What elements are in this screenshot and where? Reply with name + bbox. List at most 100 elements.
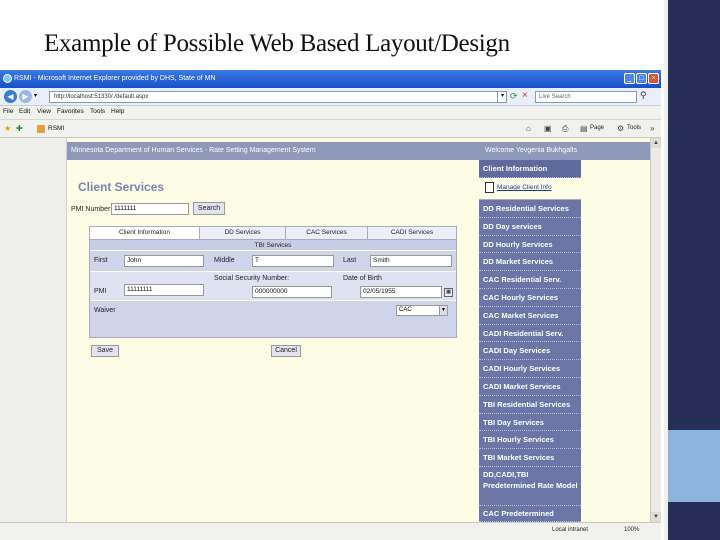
zoom-level[interactable]: 100%: [624, 527, 639, 533]
nav-dropdown-icon[interactable]: ▾: [34, 92, 37, 99]
ie-logo-icon: [3, 74, 12, 83]
menu-favorites[interactable]: Favorites: [57, 108, 84, 115]
tab-cac-services[interactable]: CAC Services: [286, 227, 368, 239]
first-name-input[interactable]: John: [124, 255, 204, 267]
pmi-label: PMI: [94, 288, 107, 295]
print-icon[interactable]: ⎙: [562, 124, 568, 134]
scroll-up-icon[interactable]: ▲: [651, 138, 661, 148]
tools-menu-label[interactable]: Tools: [627, 125, 641, 131]
ssn-label: Social Security Number:: [214, 275, 290, 282]
cancel-button[interactable]: Cancel: [271, 345, 301, 357]
services-menu: Client Information Manage Client Info DD…: [479, 160, 581, 522]
url-input[interactable]: http://localhost:51330/ /default.aspx: [49, 91, 507, 103]
last-name-input[interactable]: Smith: [370, 255, 452, 267]
maximize-icon[interactable]: □: [636, 73, 647, 84]
middle-name-input[interactable]: T: [252, 255, 334, 267]
app-container: Minnesota Department of Human Services -…: [67, 142, 650, 522]
document-icon: [485, 182, 494, 193]
forward-arrow-icon[interactable]: ▶: [19, 90, 32, 103]
menu-item-cadi-hourly-services[interactable]: CADI Hourly Services: [479, 360, 581, 378]
menu-item-cadi-day-services[interactable]: CADI Day Services: [479, 342, 581, 361]
feeds-icon[interactable]: ▣: [544, 124, 552, 133]
favorites-star-icon[interactable]: ★: [4, 124, 11, 133]
chevron-down-icon: ▼: [439, 306, 447, 315]
page-favicon-icon: [37, 125, 45, 133]
page-icon[interactable]: ▤: [580, 124, 588, 133]
minimize-icon[interactable]: _: [624, 73, 635, 84]
app-header-title: Minnesota Department of Human Services -…: [71, 147, 316, 154]
menu-bar: File Edit View Favorites Tools Help: [0, 106, 661, 120]
search-input[interactable]: Live Search: [535, 91, 637, 103]
security-zone-text: Local intranet: [552, 527, 589, 533]
tab-client-information[interactable]: Client Information: [90, 227, 200, 239]
menu-predetermined-rate-model[interactable]: DD,CADI,TBI Predetermined Rate Model: [479, 468, 581, 506]
tools-gear-icon[interactable]: ⚙: [617, 124, 624, 133]
tab-tbi-services[interactable]: TBI Services: [90, 239, 456, 250]
ssn-input[interactable]: 000000000: [252, 286, 332, 298]
dob-label: Date of Birth: [343, 275, 382, 282]
menu-view[interactable]: View: [37, 108, 51, 115]
menu-item-cadi-residential-serv[interactable]: CADI Residential Serv.: [479, 325, 581, 343]
slide: Example of Possible Web Based Layout/Des…: [0, 0, 720, 540]
menu-file[interactable]: File: [3, 108, 13, 115]
menu-item-cac-hourly-services[interactable]: CAC Hourly Services: [479, 289, 581, 307]
waiver-label: Waiver: [94, 307, 116, 314]
stop-icon[interactable]: ×: [522, 90, 528, 101]
last-name-label: Last: [343, 257, 357, 264]
menu-client-information[interactable]: Client Information: [479, 160, 581, 178]
browser-window: RSMI - Microsoft Internet Explorer provi…: [0, 70, 661, 540]
scroll-down-icon[interactable]: ▼: [651, 512, 661, 522]
first-name-label: First: [94, 257, 108, 264]
page-heading: Client Services: [78, 180, 165, 194]
manage-client-box: Manage Client Info: [479, 178, 581, 200]
menu-item-cadi-market-services[interactable]: CADI Market Services: [479, 378, 581, 396]
status-bar: Local intranet 100%: [0, 522, 661, 540]
menu-cac-predetermined[interactable]: CAC Predetermined: [479, 506, 581, 522]
add-favorite-icon[interactable]: ✚: [16, 124, 23, 133]
menu-item-cac-market-services[interactable]: CAC Market Services: [479, 307, 581, 325]
url-dropdown-icon[interactable]: ▾: [497, 91, 507, 103]
dob-input[interactable]: 02/05/1955: [360, 286, 442, 298]
vertical-scrollbar[interactable]: ▲ ▼: [650, 138, 661, 522]
menu-item-dd-hourly-services[interactable]: DD Hourly Services: [479, 236, 581, 254]
save-button[interactable]: Save: [91, 345, 119, 357]
menu-item-dd-market-services[interactable]: DD Market Services: [479, 253, 581, 272]
menu-edit[interactable]: Edit: [19, 108, 30, 115]
calendar-icon[interactable]: ▦: [444, 288, 453, 297]
waiver-select[interactable]: CAC ▼: [396, 305, 448, 316]
pmi-number-input[interactable]: 1111111: [111, 203, 189, 215]
window-title: RSMI - Microsoft Internet Explorer provi…: [14, 75, 216, 82]
menu-tools[interactable]: Tools: [90, 108, 105, 115]
window-titlebar: RSMI - Microsoft Internet Explorer provi…: [0, 70, 661, 88]
page-menu-label[interactable]: Page: [590, 125, 604, 131]
menu-item-tbi-hourly-services[interactable]: TBI Hourly Services: [479, 431, 581, 450]
waiver-select-value: CAC: [399, 307, 412, 313]
menu-item-tbi-residential-services[interactable]: TBI Residential Services: [479, 396, 581, 414]
toolbar-overflow-icon[interactable]: »: [650, 124, 654, 133]
search-icon[interactable]: ⚲: [640, 90, 647, 101]
back-arrow-icon[interactable]: ◀: [4, 90, 17, 103]
waiver-row: Waiver CAC ▼: [90, 301, 456, 337]
client-tabs-panel: Client Information DD Services CAC Servi…: [89, 226, 457, 338]
page-content: Minnesota Department of Human Services -…: [0, 138, 661, 522]
menu-item-dd-residential-services[interactable]: DD Residential Services: [479, 200, 581, 218]
tab-title: RSMI: [48, 125, 65, 132]
pmi-input[interactable]: 11111111: [124, 284, 204, 296]
search-button[interactable]: Search: [193, 202, 225, 215]
refresh-icon[interactable]: ⟳: [510, 91, 518, 102]
tab-rsmi[interactable]: RSMI: [37, 123, 337, 135]
slide-title: Example of Possible Web Based Layout/Des…: [44, 30, 510, 57]
tab-cadi-services[interactable]: CADI Services: [368, 227, 456, 239]
name-row: First John Middle T Last Smith: [90, 251, 456, 271]
tab-dd-services[interactable]: DD Services: [200, 227, 286, 239]
middle-name-label: Middle: [214, 257, 235, 264]
close-icon[interactable]: ×: [648, 73, 659, 84]
tab-bar: ★ ✚ RSMI ⌂ ▣ ⎙ ▤ Page ⚙ Tools »: [0, 120, 661, 138]
menu-item-tbi-day-services[interactable]: TBI Day Services: [479, 414, 581, 432]
home-icon[interactable]: ⌂: [526, 124, 531, 133]
menu-item-cac-residential-serv[interactable]: CAC Residential Serv.: [479, 271, 581, 289]
menu-item-tbi-market-services[interactable]: TBI Market Services: [479, 449, 581, 467]
manage-client-info-link[interactable]: Manage Client Info: [497, 184, 552, 191]
menu-help[interactable]: Help: [111, 108, 124, 115]
menu-item-dd-day-services[interactable]: DD Day services: [479, 218, 581, 236]
